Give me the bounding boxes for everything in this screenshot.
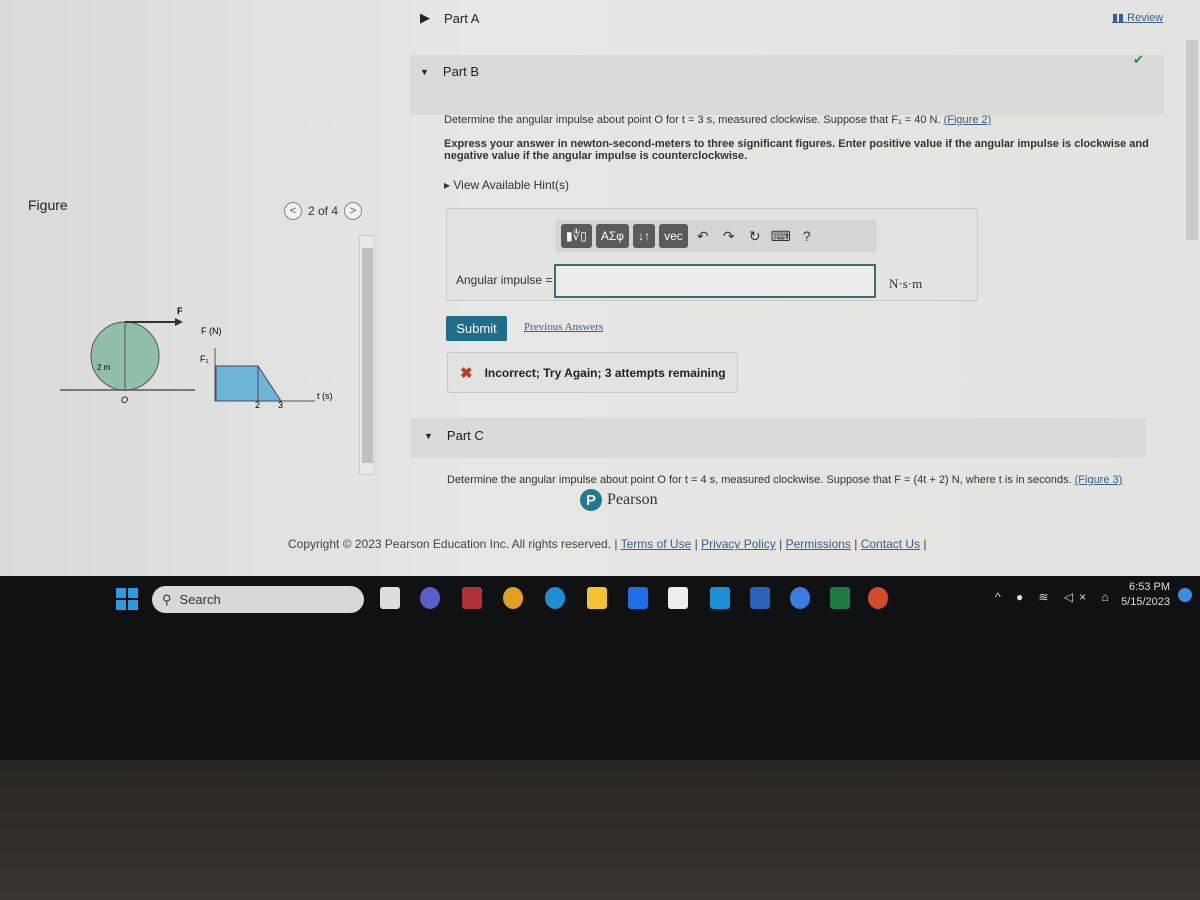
dropbox-icon[interactable] [628,587,648,609]
submit-button[interactable]: Submit [446,316,507,341]
terms-link[interactable]: Terms of Use [621,537,692,551]
start-button[interactable] [116,588,138,610]
part-c-header[interactable]: ▼ Part C [424,428,484,443]
prev-figure-button[interactable]: < [284,202,302,220]
teams-icon[interactable] [420,587,440,609]
notification-icon[interactable] [1178,588,1192,602]
undo-icon[interactable]: ↶ [692,228,714,245]
next-figure-button[interactable]: > [344,202,363,220]
figure-scrollbar[interactable] [359,235,375,475]
footer: Copyright © 2023 Pearson Education Inc. … [288,537,927,551]
figure-page: 2 of 4 [308,204,339,218]
part-b-question: Determine the angular impulse about poin… [444,114,992,126]
copyright-text: Copyright © 2023 Pearson Education Inc. … [288,537,618,551]
y-axis-label: F (N) [201,326,222,336]
mail-icon[interactable] [710,587,730,609]
tick-3: 3 [278,400,283,410]
reset-icon[interactable]: ↻ [744,228,766,245]
feedback-text: Incorrect; Try Again; 3 attempts remaini… [484,365,726,380]
radius-label: 2 m [97,363,111,372]
expand-icon: ▶ [420,10,430,25]
part-b-label: Part B [442,64,480,79]
file-explorer-icon[interactable] [587,587,607,609]
tick-2: 2 [255,400,260,410]
page-scrollbar[interactable] [1186,40,1198,240]
answer-label: Angular impulse = [456,273,553,287]
search-icon: ⚲ [162,591,172,607]
store-icon[interactable] [668,587,688,609]
copilot-icon[interactable] [790,587,810,609]
review-link[interactable]: ▮▮ Review [1112,11,1163,24]
solidworks-icon[interactable] [462,587,482,609]
x-icon: ✖ [460,364,473,382]
keyboard-icon[interactable]: ⌨ [770,228,792,245]
taskbar-search[interactable]: ⚲ Search [152,586,364,613]
task-view-icon[interactable] [380,587,400,609]
system-tray-icons[interactable]: ^ ● ≋ ◁× ⌂ [995,590,1115,604]
figure-pager: < 2 of 4 > [284,202,363,220]
figure-image: F 2 m O F (N) F₁ 2 3 t (s) [60,306,333,410]
pearson-icon: P [580,489,602,511]
word-icon[interactable] [750,587,770,609]
f1-label: F₁ [200,354,209,364]
part-a-label: Part A [444,10,480,26]
excel-icon[interactable] [830,587,850,609]
privacy-link[interactable]: Privacy Policy [701,537,776,551]
figure-3-link[interactable]: (Figure 3) [1075,474,1123,486]
chrome-icon[interactable] [503,587,523,609]
figure-2-link[interactable]: (Figure 2) [944,114,992,126]
part-b-band [410,55,1164,115]
part-a-header[interactable]: ▶ Part A [420,10,479,26]
force-label: F [177,306,183,316]
part-c-question: Determine the angular impulse about poin… [447,474,1123,486]
feedback-box: ✖ Incorrect; Try Again; 3 attempts remain… [447,352,738,393]
hints-toggle[interactable]: ▸ View Available Hint(s) [444,178,569,192]
part-b-instructions: Express your answer in newton-second-met… [444,138,1149,162]
permissions-link[interactable]: Permissions [786,537,851,551]
greek-button[interactable]: ΑΣφ [595,224,630,248]
force-graph-area [215,365,282,402]
sort-button[interactable]: ↓↑ [633,224,656,248]
units-label: N·s·m [889,276,923,291]
collapse-icon: ▼ [424,430,433,441]
help-button[interactable]: ? [796,228,818,244]
vec-button[interactable]: vec [659,224,688,248]
collapse-icon: ▼ [420,66,429,77]
angular-impulse-input[interactable] [554,264,876,298]
x-axis-label: t (s) [317,391,333,401]
powerpoint-icon[interactable] [868,587,888,609]
browser-screen: Figure < 2 of 4 > F 2 m O F (N) F₁ 2 3 t… [0,0,1200,576]
edge-icon[interactable] [545,587,565,609]
contact-link[interactable]: Contact Us [861,537,920,551]
laptop-body [0,760,1200,900]
templates-button[interactable]: ▮∜▯ [561,224,592,248]
clock[interactable]: 6:53 PM 5/15/2023 [1110,580,1170,610]
point-o-label: O [121,395,128,405]
check-icon: ✔ [1133,52,1144,67]
figure-title: Figure [28,197,68,213]
pearson-logo: P Pearson [580,489,658,511]
part-b-header[interactable]: ▼ Part B [420,64,479,79]
part-c-band [410,418,1146,458]
redo-icon[interactable]: ↷ [718,228,740,245]
math-toolbar: ▮∜▯ ΑΣφ ↓↑ vec ↶ ↷ ↻ ⌨ ? [555,220,877,252]
previous-answers-link[interactable]: Previous Answers [524,321,603,333]
part-c-label: Part C [446,428,484,443]
